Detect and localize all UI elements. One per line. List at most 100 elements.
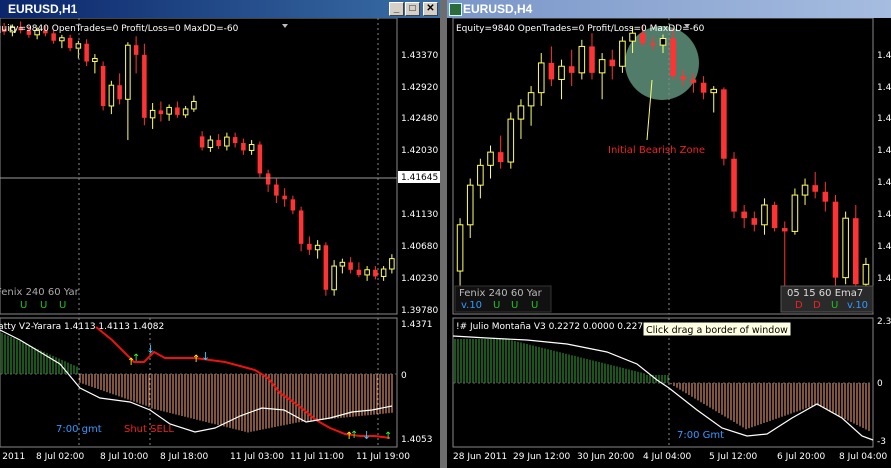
candle-body <box>224 136 230 147</box>
candle-body <box>51 33 56 41</box>
candle-body <box>842 217 849 279</box>
ema-value: D <box>813 300 821 311</box>
right-window-titlebar[interactable]: EURUSD,H4 <box>447 0 891 18</box>
candle-body <box>812 185 818 192</box>
indicator-zero-level: 0 <box>877 379 883 389</box>
time-label: 8 Jul 18:00 <box>160 452 209 462</box>
time-label: 5 Jul 12:00 <box>709 452 758 462</box>
up-arrow-icon: ↑ <box>384 431 392 442</box>
candle-body <box>248 144 255 151</box>
candle-body <box>257 144 263 174</box>
candle-body <box>331 265 337 291</box>
candle-body <box>497 152 504 163</box>
close-button[interactable]: ✕ <box>423 2 438 16</box>
candle-body <box>373 269 378 277</box>
left-chart-window[interactable]: EURUSD,H1 _ □ ✕ Equity=9840 OpenTrades=0… <box>0 0 440 468</box>
maximize-button[interactable]: □ <box>405 2 420 16</box>
down-arrow-icon: ↓ <box>362 429 371 442</box>
candle-body <box>801 184 809 196</box>
price-label: 1.4 <box>877 178 891 188</box>
left-window-title: EURUSD,H1 <box>8 2 78 16</box>
time-label: 28 Jun 2011 <box>453 452 507 462</box>
candle-body <box>92 58 98 63</box>
price-label: 1.4 <box>877 114 891 124</box>
up-arrow-icon: ↑ <box>132 353 140 364</box>
fenix-label: Fenix 240 60 Yar <box>459 288 543 299</box>
candle-body <box>241 143 246 151</box>
candle <box>731 152 737 219</box>
candle-body <box>710 88 718 94</box>
right-chart-svg[interactable]: Initial Bearish Zone Equity=9840 OpenTra… <box>447 18 891 468</box>
candle-body <box>832 201 839 278</box>
time-label: 4 Jul 04:00 <box>643 452 692 462</box>
price-label: 1.42480 <box>401 114 438 124</box>
left-window-titlebar[interactable]: EURUSD,H1 _ □ ✕ <box>0 0 440 18</box>
candle-body <box>487 151 494 166</box>
candle-body <box>182 108 189 116</box>
up-arrow-icon: ↑ <box>350 430 358 441</box>
gmt-annotation: 7:00 gmt <box>56 424 102 435</box>
ema-version: v.10 <box>847 300 868 311</box>
ema-label: 05 15 60 Ema7 <box>787 288 863 299</box>
shut-sell-annotation: Shut SELL <box>124 424 174 435</box>
price-label: 1.40230 <box>401 274 438 284</box>
candle-body <box>771 204 778 229</box>
price-label: 1.40680 <box>401 242 438 252</box>
left-chart-svg[interactable]: Equity=9840 OpenTrades=0 Profit/Loss=0 M… <box>0 18 440 468</box>
fenix-value: U <box>531 300 538 311</box>
indicator-top-level: 1.4371 <box>401 320 433 330</box>
candle <box>257 141 263 178</box>
candle-body <box>456 224 464 272</box>
candle-body <box>282 195 287 200</box>
price-label: 1.39780 <box>401 306 438 316</box>
up-arrow-icon: ↑ <box>192 354 200 365</box>
bearish-zone-highlight <box>625 26 699 100</box>
indicator-zero-level: 0 <box>401 371 407 381</box>
candle-body <box>731 158 737 212</box>
price-label: 1.4 <box>877 83 891 93</box>
candle-body <box>142 54 147 118</box>
candle-body <box>619 40 626 67</box>
fenix-version: v.10 <box>461 300 482 311</box>
time-label: 11 Jul 03:00 <box>230 452 284 462</box>
indicator-title: Batty V2-Yarara 1.4113 1.4113 1.4082 <box>0 322 164 332</box>
candle-body <box>364 269 370 276</box>
candle-body <box>75 43 82 49</box>
time-label: 6 Jul 20:00 <box>777 452 826 462</box>
candle-body <box>578 45 586 74</box>
candle-body <box>862 263 870 285</box>
candle-body <box>659 37 667 46</box>
fenix-value: U <box>59 300 66 311</box>
candle-body <box>650 43 656 46</box>
fenix-value: U <box>511 300 518 311</box>
time-label: 29 Jun 12:00 <box>513 452 570 462</box>
price-label: 1.41130 <box>401 210 438 220</box>
candle-body <box>690 79 697 83</box>
candle <box>832 195 839 291</box>
candle <box>142 43 147 126</box>
candle-body <box>517 105 525 120</box>
candle-body <box>67 37 73 49</box>
candle-body <box>558 65 565 80</box>
right-chart-window[interactable]: EURUSD,H4 Initial Bearish Zone Equity=98… <box>447 0 891 468</box>
price-label: 1.4 <box>877 51 891 61</box>
candle-body <box>568 66 575 73</box>
candle-body <box>290 199 296 211</box>
time-label: 7 Jul 2011 <box>0 452 25 462</box>
candle-body <box>781 228 788 232</box>
candle-body <box>389 258 395 270</box>
candle-body <box>199 136 205 148</box>
candle-body <box>721 89 727 159</box>
candle <box>842 211 849 285</box>
right-time-axis: 28 Jun 2011 29 Jun 12:00 30 Jun 20:00 4 … <box>453 452 888 462</box>
time-label: 11 Jul 19:00 <box>356 452 410 462</box>
candle <box>507 112 515 169</box>
chart-window-icon <box>449 3 462 16</box>
fenix-value: U <box>20 300 27 311</box>
price-label: 1.43370 <box>401 51 438 61</box>
candle-body <box>537 62 545 94</box>
right-window-title: EURUSD,H4 <box>463 2 533 16</box>
zone-label: Initial Bearish Zone <box>608 145 705 156</box>
candle-body <box>158 110 164 115</box>
minimize-button[interactable]: _ <box>389 2 404 16</box>
